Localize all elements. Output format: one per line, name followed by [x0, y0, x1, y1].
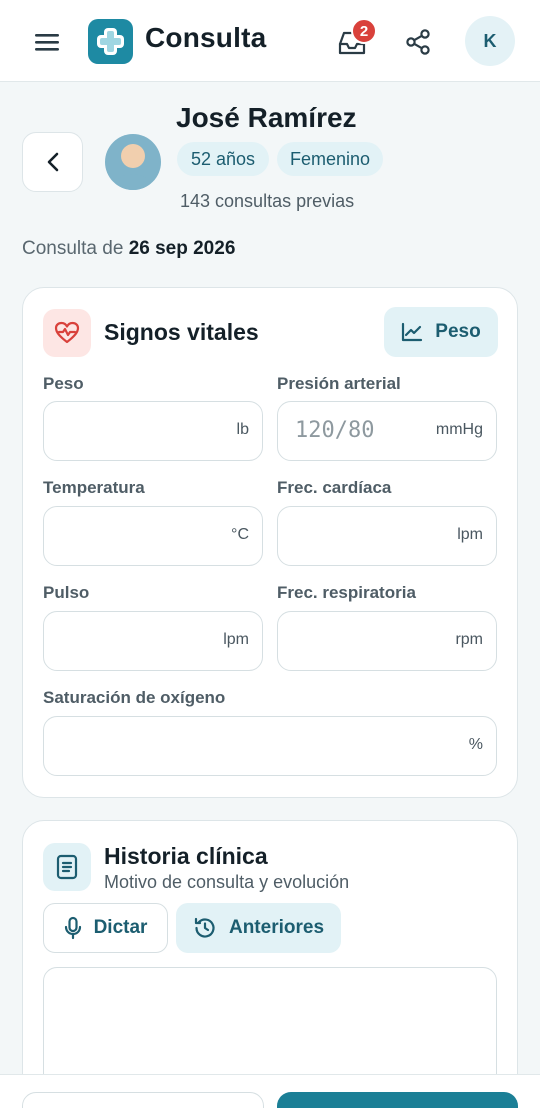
consult-date: Consulta de 26 sep 2026: [22, 238, 235, 260]
primary-action-button[interactable]: [277, 1092, 518, 1108]
oxygen-saturation-unit: %: [468, 736, 483, 753]
pulse-label: Pulso: [43, 583, 90, 602]
weight-chart-button[interactable]: Peso: [384, 307, 498, 357]
notification-badge: 2: [351, 18, 377, 44]
microphone-icon: [64, 916, 81, 940]
top-bar: Consulta 2 K: [0, 0, 540, 82]
consult-date-prefix: Consulta de: [22, 238, 124, 259]
share-button[interactable]: [398, 22, 438, 62]
blood-pressure-unit: mmHg: [435, 421, 483, 438]
share-icon: [406, 29, 430, 55]
previous-notes-button[interactable]: Anteriores: [176, 903, 341, 953]
line-chart-icon: [402, 322, 423, 342]
menu-icon: [35, 34, 59, 51]
blood-pressure-input[interactable]: 120/80 mmHg: [277, 401, 497, 461]
user-avatar[interactable]: K: [465, 16, 515, 66]
consult-date-value: 26 sep 2026: [128, 238, 236, 259]
history-icon: [194, 917, 215, 938]
respiratory-rate-unit: rpm: [455, 631, 483, 648]
sex-chip: Femenino: [277, 142, 383, 176]
person-icon: [115, 144, 151, 190]
app-logo: [88, 19, 133, 64]
history-subtitle: Motivo de consulta y evolución: [104, 872, 350, 892]
heart-pulse-icon: [54, 321, 80, 344]
vitals-title: Signos vitales: [104, 319, 259, 345]
history-icon-badge: [43, 843, 91, 891]
dictate-label: Dictar: [93, 917, 148, 938]
temperature-unit: °C: [231, 526, 249, 543]
chevron-left-icon: [47, 152, 58, 172]
blood-pressure-label: Presión arterial: [277, 374, 401, 393]
weight-input[interactable]: lb: [43, 401, 263, 461]
dictate-button[interactable]: Dictar: [43, 903, 168, 953]
respiratory-rate-input[interactable]: rpm: [277, 611, 497, 671]
temperature-label: Temperatura: [43, 478, 145, 497]
previous-notes-label: Anteriores: [228, 917, 325, 938]
respiratory-rate-label: Frec. respiratoria: [277, 583, 416, 602]
previous-consults-count[interactable]: 143 consultas previas: [180, 191, 354, 212]
history-card: Historia clínica Motivo de consulta y ev…: [22, 820, 518, 1108]
secondary-action-button[interactable]: [22, 1092, 264, 1108]
vitals-icon-badge: [43, 309, 91, 357]
pulse-input[interactable]: lpm: [43, 611, 263, 671]
oxygen-saturation-label: Saturación de oxígeno: [43, 688, 226, 707]
heart-rate-unit: lpm: [457, 526, 483, 543]
pulse-unit: lpm: [223, 631, 249, 648]
back-button[interactable]: [22, 132, 83, 192]
oxygen-saturation-input[interactable]: %: [43, 716, 497, 776]
weight-chart-label: Peso: [435, 321, 481, 342]
heart-rate-input[interactable]: lpm: [277, 506, 497, 566]
heart-rate-label: Frec. cardíaca: [277, 478, 392, 497]
history-title: Historia clínica: [104, 843, 268, 869]
bottom-action-bar: [0, 1074, 540, 1108]
vitals-card: Signos vitales Peso Peso lb Presión arte…: [22, 287, 518, 798]
age-chip: 52 años: [177, 142, 269, 176]
weight-unit: lb: [236, 421, 249, 438]
weight-label: Peso: [43, 374, 84, 393]
blood-pressure-placeholder: 120/80: [295, 418, 375, 443]
temperature-input[interactable]: °C: [43, 506, 263, 566]
patient-name: José Ramírez: [176, 102, 357, 133]
medical-logo-icon: [97, 28, 124, 55]
menu-button[interactable]: [26, 22, 68, 62]
patient-avatar: [105, 134, 161, 190]
app-title: Consulta: [145, 22, 267, 53]
document-icon: [56, 854, 78, 880]
